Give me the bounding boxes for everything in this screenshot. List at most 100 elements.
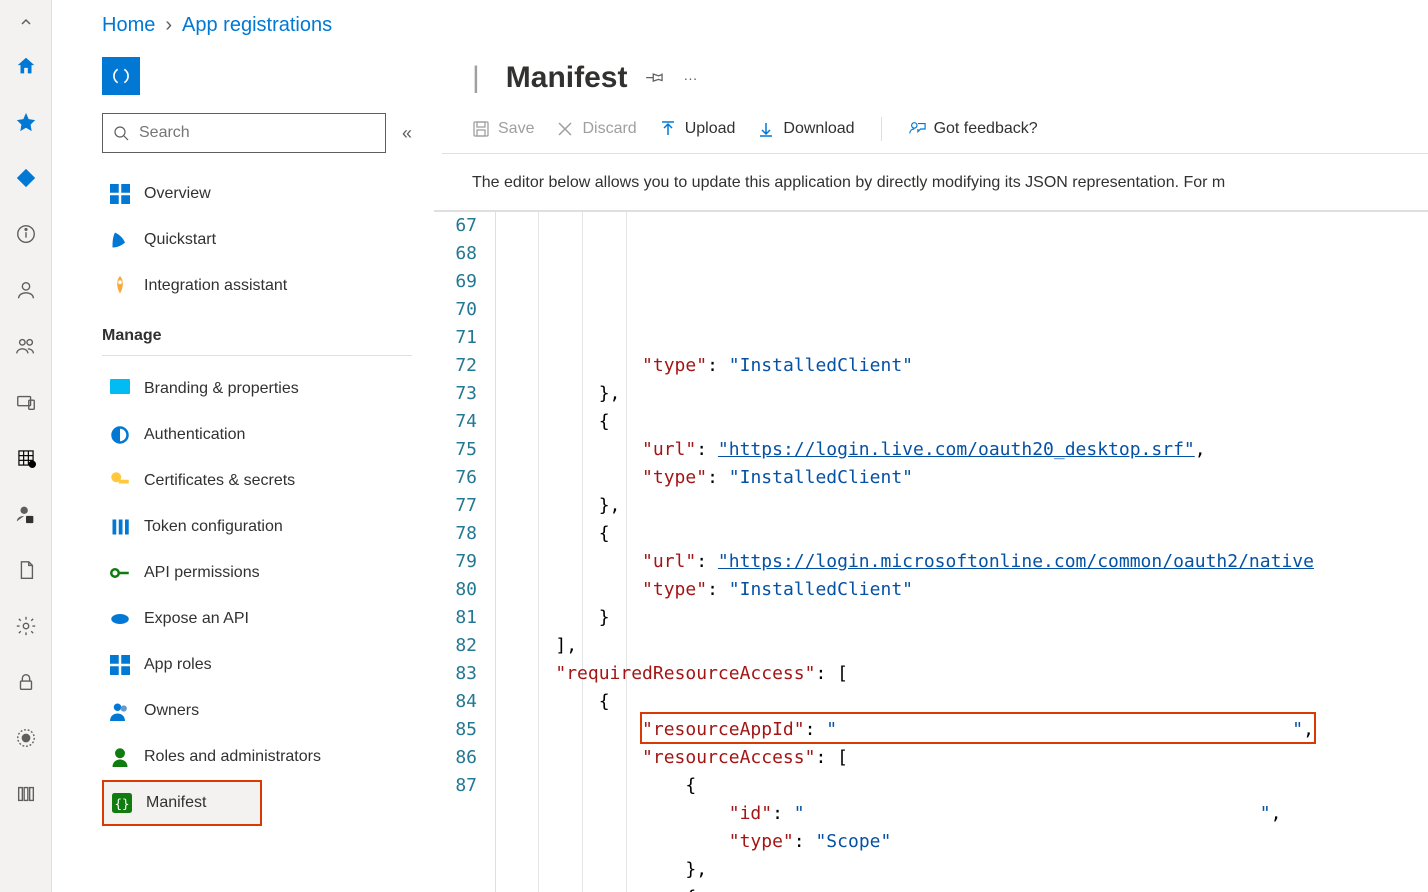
sidebar-item-label: App roles: [144, 656, 212, 674]
sidebar-item-label: Certificates & secrets: [144, 472, 295, 490]
feedback-button[interactable]: Got feedback?: [908, 120, 1038, 138]
svg-text:{}: {}: [114, 796, 129, 811]
grid-icon[interactable]: [0, 430, 52, 486]
rocket-icon: [110, 276, 130, 296]
left-nav-rail: [0, 0, 52, 892]
key-icon: [110, 471, 130, 491]
code-line[interactable]: {: [512, 772, 1428, 800]
sidebar-section-manage: Manage: [102, 327, 412, 345]
branding-icon: [110, 379, 130, 399]
collapse-sidebar-button[interactable]: «: [402, 123, 412, 144]
sidebar-item-authentication[interactable]: Authentication: [102, 412, 412, 458]
library-icon[interactable]: [0, 766, 52, 822]
expose-icon: [110, 609, 130, 629]
code-line[interactable]: },: [512, 492, 1428, 520]
star-icon[interactable]: [0, 94, 52, 150]
code-line[interactable]: "resourceAccess": [: [512, 744, 1428, 772]
close-icon: [556, 120, 574, 138]
home-icon[interactable]: [0, 38, 52, 94]
owners-icon: [110, 701, 130, 721]
app-roles-icon: [110, 655, 130, 675]
admin-icon: [110, 747, 130, 767]
code-line[interactable]: ],: [512, 632, 1428, 660]
sidebar-item-branding[interactable]: Branding & properties: [102, 366, 412, 412]
sidebar-item-label: Expose an API: [144, 610, 249, 628]
api-perm-icon: [110, 563, 130, 583]
lock-icon[interactable]: [0, 654, 52, 710]
code-line[interactable]: "url": "https://login.microsoftonline.co…: [512, 548, 1428, 576]
main-content: | Manifest ··· Save Discard: [412, 51, 1428, 892]
app-registration-icon: [102, 57, 140, 95]
sidebar-item-label: Manifest: [146, 794, 206, 812]
sidebar-item-expose-api[interactable]: Expose an API: [102, 596, 412, 642]
upload-icon: [659, 120, 677, 138]
document-icon[interactable]: [0, 542, 52, 598]
code-line[interactable]: },: [512, 380, 1428, 408]
discard-button: Discard: [556, 120, 636, 138]
manifest-icon: {}: [112, 793, 132, 813]
code-line[interactable]: {: [512, 520, 1428, 548]
code-line[interactable]: "type": "InstalledClient": [512, 576, 1428, 604]
download-button[interactable]: Download: [757, 120, 854, 138]
code-line[interactable]: {: [512, 408, 1428, 436]
sidebar-item-quickstart[interactable]: Quickstart: [102, 217, 412, 263]
search-icon: [113, 125, 129, 141]
sidebar-item-label: Roles and administrators: [144, 748, 321, 766]
toolbar-separator: [881, 117, 882, 141]
hybrid-icon[interactable]: [0, 710, 52, 766]
user-icon[interactable]: [0, 262, 52, 318]
code-line[interactable]: },: [512, 856, 1428, 884]
code-line[interactable]: "id": " ",: [512, 800, 1428, 828]
chevron-right-icon: ›: [165, 14, 172, 37]
upload-button[interactable]: Upload: [659, 120, 736, 138]
sidebar-item-integration[interactable]: Integration assistant: [102, 263, 412, 309]
resource-sidebar: « Overview Quickstart Integration assist…: [52, 51, 412, 892]
sidebar-search[interactable]: [102, 113, 386, 153]
more-button[interactable]: ···: [683, 70, 697, 86]
overview-icon: [110, 184, 130, 204]
sidebar-item-overview[interactable]: Overview: [102, 171, 412, 217]
sidebar-item-api-permissions[interactable]: API permissions: [102, 550, 412, 596]
identity-icon[interactable]: [0, 486, 52, 542]
code-line[interactable]: "resourceAppId": " ",: [512, 716, 1428, 744]
sidebar-item-label: API permissions: [144, 564, 260, 582]
rail-scroll-up[interactable]: [0, 12, 52, 32]
auth-icon: [110, 425, 130, 445]
sidebar-item-manifest[interactable]: {} Manifest: [102, 780, 262, 826]
breadcrumb-appreg[interactable]: App registrations: [182, 14, 332, 37]
code-line[interactable]: }: [512, 604, 1428, 632]
info-icon[interactable]: [0, 206, 52, 262]
breadcrumb: Home › App registrations: [52, 0, 1428, 51]
gear-icon[interactable]: [0, 598, 52, 654]
code-line[interactable]: "type": "Scope": [512, 828, 1428, 856]
code-line[interactable]: {: [512, 884, 1428, 892]
download-icon: [757, 120, 775, 138]
sidebar-item-certificates[interactable]: Certificates & secrets: [102, 458, 412, 504]
code-line[interactable]: "requiredResourceAccess": [: [512, 660, 1428, 688]
devices-icon[interactable]: [0, 374, 52, 430]
code-area[interactable]: "type": "InstalledClient" }, { "url": "h…: [496, 212, 1428, 892]
breadcrumb-home[interactable]: Home: [102, 14, 155, 37]
page-title: Manifest: [506, 61, 628, 95]
sidebar-item-roles-admin[interactable]: Roles and administrators: [102, 734, 412, 780]
sidebar-item-label: Overview: [144, 185, 211, 203]
sidebar-item-token[interactable]: Token configuration: [102, 504, 412, 550]
diamond-icon[interactable]: [0, 150, 52, 206]
code-line[interactable]: "type": "InstalledClient": [512, 352, 1428, 380]
sidebar-item-label: Branding & properties: [144, 380, 299, 398]
search-input[interactable]: [139, 124, 375, 142]
sidebar-item-label: Quickstart: [144, 231, 216, 249]
feedback-icon: [908, 120, 926, 138]
pin-button[interactable]: [645, 67, 665, 90]
users-icon[interactable]: [0, 318, 52, 374]
json-editor[interactable]: 6768697071727374757677787980818283848586…: [434, 210, 1428, 892]
sidebar-item-app-roles[interactable]: App roles: [102, 642, 412, 688]
code-line[interactable]: "url": "https://login.live.com/oauth20_d…: [512, 436, 1428, 464]
toolbar: Save Discard Upload Download: [442, 117, 1428, 154]
save-icon: [472, 120, 490, 138]
code-line[interactable]: "type": "InstalledClient": [512, 464, 1428, 492]
sidebar-item-owners[interactable]: Owners: [102, 688, 412, 734]
token-icon: [110, 517, 130, 537]
code-line[interactable]: {: [512, 688, 1428, 716]
line-gutter: 6768697071727374757677787980818283848586…: [434, 212, 496, 892]
